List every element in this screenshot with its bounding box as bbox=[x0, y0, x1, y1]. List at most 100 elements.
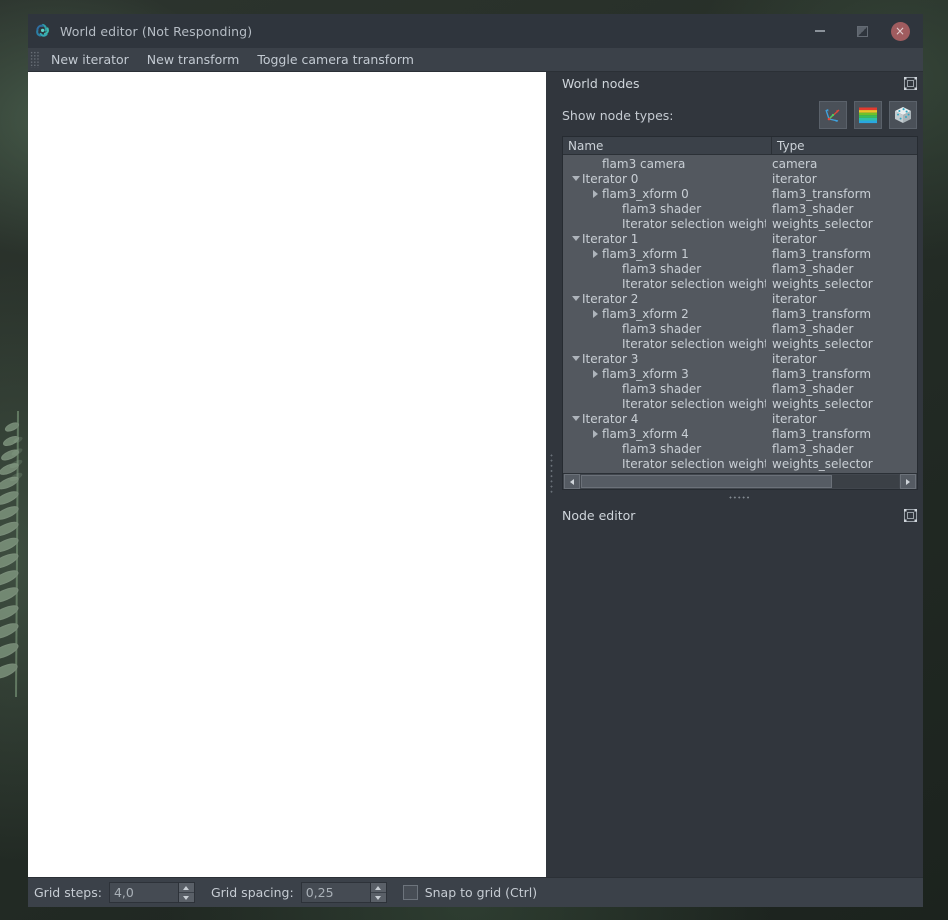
new-iterator-button[interactable]: New iterator bbox=[42, 50, 138, 69]
grid-spacing-label: Grid spacing: bbox=[210, 885, 294, 900]
table-row[interactable]: flam3 shader flam3_shader bbox=[563, 201, 917, 216]
tree-item-type: flam3_transform bbox=[772, 306, 872, 321]
table-row[interactable]: Iterator selection weights weights_select… bbox=[563, 396, 917, 411]
tree-expander-button[interactable] bbox=[569, 236, 582, 241]
float-panel-icon[interactable] bbox=[904, 76, 917, 90]
float-panel-icon[interactable] bbox=[904, 508, 917, 522]
tree-horizontal-scrollbar[interactable] bbox=[563, 473, 917, 489]
table-row[interactable]: Iterator selection weights weights_select… bbox=[563, 456, 917, 471]
table-row[interactable]: Iterator 2 iterator bbox=[563, 291, 917, 306]
scrollbar-thumb[interactable] bbox=[581, 475, 833, 488]
grid-spacing-decrement-button[interactable] bbox=[370, 893, 386, 902]
tree-item-label: flam3_xform 4 bbox=[602, 426, 689, 441]
tree-item-type: weights_selector bbox=[772, 216, 873, 231]
tree-item-name-cell: flam3_xform 3 bbox=[563, 367, 766, 381]
tree-item-name-cell: flam3 shader bbox=[563, 442, 766, 456]
tree-item-label: Iterator selection weights bbox=[622, 456, 766, 471]
tree-item-type: flam3_shader bbox=[772, 201, 854, 216]
scroll-left-button[interactable] bbox=[564, 474, 580, 489]
grid-steps-decrement-button[interactable] bbox=[178, 893, 194, 902]
chevron-up-icon bbox=[183, 885, 190, 890]
table-row[interactable]: Iterator 4 iterator bbox=[563, 411, 917, 426]
column-header-name[interactable]: Name bbox=[563, 137, 772, 154]
table-row[interactable]: Iterator selection weights weights_select… bbox=[563, 216, 917, 231]
tree-item-name-cell: flam3_xform 4 bbox=[563, 427, 766, 441]
tree-expander-button[interactable] bbox=[569, 296, 582, 301]
table-row[interactable]: flam3 camera camera bbox=[563, 156, 917, 171]
tree-item-name-cell: Iterator 1 bbox=[563, 232, 766, 246]
tree-expander-button[interactable] bbox=[569, 176, 582, 181]
table-row[interactable]: flam3 shader flam3_shader bbox=[563, 321, 917, 336]
tree-item-name-cell: flam3 shader bbox=[563, 262, 766, 276]
tree-item-name-cell: flam3 shader bbox=[563, 202, 766, 216]
table-row[interactable]: flam3_xform 4 flam3_transform bbox=[563, 426, 917, 441]
new-transform-button[interactable]: New transform bbox=[138, 50, 249, 69]
editor-canvas[interactable] bbox=[28, 72, 546, 877]
tree-expander-button[interactable] bbox=[589, 249, 602, 258]
title-bar[interactable]: World editor (Not Responding) × bbox=[28, 14, 923, 48]
tree-item-type: flam3_shader bbox=[772, 261, 854, 276]
chevron-right-icon bbox=[906, 478, 910, 485]
grid-spacing-increment-button[interactable] bbox=[370, 883, 386, 893]
grid-spacing-stepper[interactable] bbox=[300, 882, 387, 903]
tree-item-name-cell: flam3 camera bbox=[563, 157, 766, 171]
show-node-types-label: Show node types: bbox=[562, 107, 674, 123]
scrollbar-track[interactable] bbox=[581, 475, 899, 488]
close-button[interactable]: × bbox=[883, 14, 917, 48]
tree-expander-button[interactable] bbox=[589, 189, 602, 198]
table-row[interactable]: flam3_xform 3 flam3_transform bbox=[563, 366, 917, 381]
horizontal-splitter[interactable] bbox=[557, 490, 923, 504]
table-row[interactable]: Iterator 1 iterator bbox=[563, 231, 917, 246]
world-nodes-tree: Name Type flam3 camera camera Iterator 0 it… bbox=[562, 136, 918, 490]
color-palette-button[interactable] bbox=[854, 101, 882, 129]
snap-to-grid-checkbox[interactable] bbox=[402, 885, 418, 900]
grid-spacing-input[interactable] bbox=[301, 883, 370, 902]
splitter-grip-icon bbox=[729, 495, 751, 499]
column-header-type[interactable]: Type bbox=[772, 137, 917, 154]
scroll-right-button[interactable] bbox=[900, 474, 916, 489]
tree-header-row: Name Type bbox=[563, 137, 917, 155]
toolbar-drag-handle[interactable] bbox=[30, 51, 39, 68]
table-row[interactable]: flam3 shader flam3_shader bbox=[563, 381, 917, 396]
dice-cube-button[interactable] bbox=[889, 101, 917, 129]
toggle-camera-transform-button[interactable]: Toggle camera transform bbox=[248, 50, 423, 69]
maximize-button[interactable] bbox=[841, 14, 883, 48]
table-row[interactable]: flam3 shader flam3_shader bbox=[563, 441, 917, 456]
table-row[interactable]: flam3_xform 2 flam3_transform bbox=[563, 306, 917, 321]
tree-expander-button[interactable] bbox=[589, 429, 602, 438]
dice-cube-icon bbox=[895, 107, 911, 123]
tree-item-label: Iterator selection weights bbox=[622, 396, 766, 411]
grid-steps-stepper[interactable] bbox=[108, 882, 195, 903]
tree-item-label: Iterator selection weights bbox=[622, 276, 766, 291]
table-row[interactable]: flam3 shader flam3_shader bbox=[563, 261, 917, 276]
world-editor-window: World editor (Not Responding) × New iter… bbox=[28, 14, 923, 907]
chevron-down-icon bbox=[571, 416, 580, 421]
grid-spacing-spin-buttons bbox=[369, 883, 386, 902]
grid-steps-input[interactable] bbox=[109, 883, 178, 902]
tree-expander-button[interactable] bbox=[569, 416, 582, 421]
table-row[interactable]: Iterator selection weights weights_select… bbox=[563, 336, 917, 351]
snap-to-grid-control[interactable]: Snap to grid (Ctrl) bbox=[402, 885, 537, 900]
table-row[interactable]: flam3_xform 0 flam3_transform bbox=[563, 186, 917, 201]
grid-steps-increment-button[interactable] bbox=[178, 883, 194, 893]
tree-item-label: flam3 shader bbox=[622, 201, 702, 216]
tree-item-type: flam3_transform bbox=[772, 186, 872, 201]
chevron-down-icon bbox=[571, 236, 580, 241]
node-editor-canvas[interactable] bbox=[562, 526, 918, 873]
table-row[interactable]: Iterator 3 iterator bbox=[563, 351, 917, 366]
table-row[interactable]: flam3_xform 1 flam3_transform bbox=[563, 246, 917, 261]
tree-item-label: Iterator 1 bbox=[582, 231, 639, 246]
tree-item-name-cell: Iterator selection weights bbox=[563, 277, 766, 291]
tree-expander-button[interactable] bbox=[569, 356, 582, 361]
tree-expander-button[interactable] bbox=[589, 309, 602, 318]
tree-item-name-cell: Iterator selection weights bbox=[563, 217, 766, 231]
table-row[interactable]: Iterator 0 iterator bbox=[563, 171, 917, 186]
transform-gizmo-button[interactable] bbox=[819, 101, 847, 129]
minimize-button[interactable] bbox=[799, 14, 841, 48]
tree-item-name-cell: Iterator 4 bbox=[563, 412, 766, 426]
canvas-panel bbox=[28, 72, 546, 877]
tree-item-label: flam3 shader bbox=[622, 381, 702, 396]
table-row[interactable]: Iterator selection weights weights_select… bbox=[563, 276, 917, 291]
vertical-splitter[interactable] bbox=[546, 72, 557, 877]
tree-expander-button[interactable] bbox=[589, 369, 602, 378]
